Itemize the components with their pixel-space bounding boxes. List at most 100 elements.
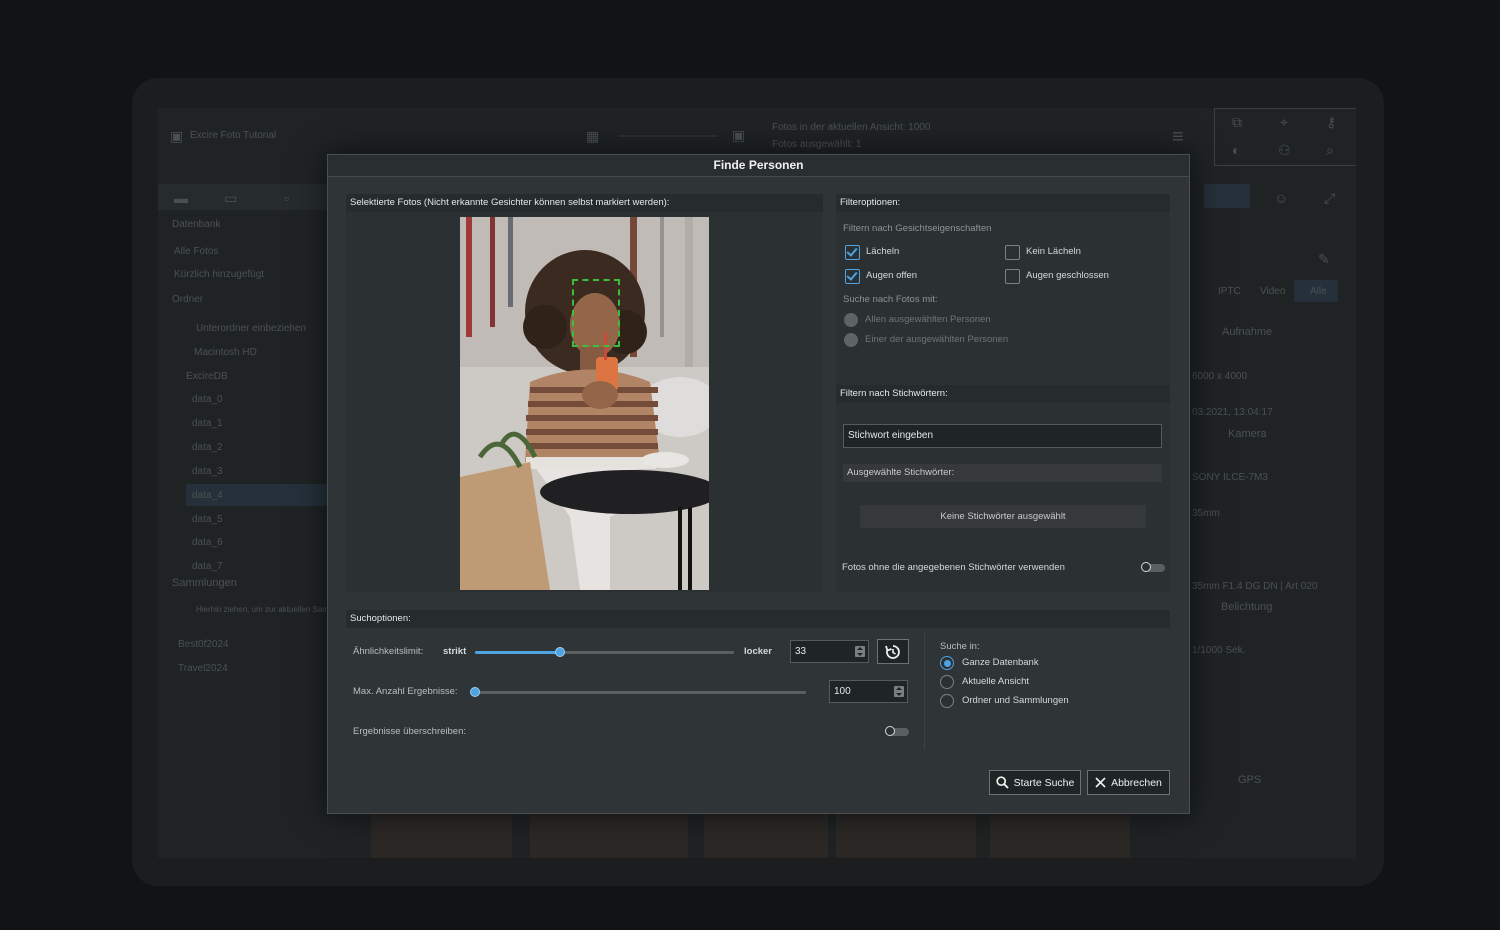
max-results-slider[interactable] — [470, 687, 806, 697]
people-tab-icon[interactable]: ▭ — [224, 190, 237, 207]
people-icon[interactable]: ⚇ — [1278, 142, 1291, 159]
exclude-keywords-toggle[interactable] — [1141, 562, 1165, 572]
right-tab-selected[interactable] — [1204, 184, 1250, 208]
similarity-slider-fill — [475, 651, 560, 654]
start-search-button[interactable]: Starte Suche — [989, 770, 1081, 795]
selected-photo[interactable] — [460, 217, 709, 590]
max-results-slider-knob[interactable] — [470, 687, 480, 697]
include-subfolders-toggle[interactable]: Unterordner einbeziehen — [196, 323, 306, 334]
photo-thumbnail[interactable] — [530, 814, 688, 858]
sidebar-item-recently-added[interactable]: Kürzlich hinzugefügt — [174, 269, 264, 280]
sidebar-folder-selected[interactable]: data_4 — [192, 490, 223, 501]
strict-label: strikt — [443, 646, 467, 657]
smile-checkbox[interactable] — [845, 245, 860, 260]
folder-tab-icon[interactable]: ▬ — [174, 190, 188, 206]
overwrite-results-toggle[interactable] — [885, 726, 909, 736]
all-persons-radio[interactable] — [844, 313, 858, 327]
similarity-slider[interactable] — [475, 647, 734, 657]
filter-options-panel: Filteroptionen: Filtern nach Gesichtseig… — [836, 194, 1170, 592]
person-tab-icon[interactable]: ☺ — [1274, 190, 1288, 206]
sidebar-item-drive[interactable]: Macintosh HD — [194, 347, 257, 358]
expand-icon[interactable]: ⤢ — [1324, 190, 1335, 207]
max-results-stepper-icon[interactable] — [894, 686, 904, 697]
no-smile-checkbox[interactable] — [1005, 245, 1020, 260]
photo-thumbnail[interactable] — [836, 814, 976, 858]
scope-whole-db-radio[interactable] — [940, 656, 954, 670]
face-detection-box[interactable] — [572, 279, 620, 347]
image-large-icon[interactable]: ▣ — [732, 127, 745, 144]
max-results-value: 100 — [834, 686, 851, 697]
search-icon[interactable]: ⌕ — [1326, 142, 1334, 159]
no-smile-label: Kein Lächeln — [1026, 246, 1081, 257]
find-similar-icon[interactable]: ⧉ — [1232, 114, 1242, 131]
one-person-radio[interactable] — [844, 333, 858, 347]
search-options-panel: Suchoptionen: Ähnlichkeitslimit: strikt … — [346, 610, 1170, 754]
similarity-value: 33 — [795, 646, 807, 657]
edit-list-icon[interactable]: ≡ — [1172, 126, 1184, 149]
sidebar-folder[interactable]: data_3 — [192, 466, 223, 477]
dialog-title: Finde Personen — [328, 155, 1189, 177]
meta-shutter: 1/1000 Sek. — [1192, 645, 1246, 656]
close-icon — [1095, 777, 1106, 788]
similarity-stepper-icon[interactable] — [855, 646, 865, 657]
eyes-open-checkbox[interactable] — [845, 269, 860, 284]
collections-drop-hint: Hierhin ziehen, um zur aktuellen Sammlun… — [196, 605, 326, 614]
selected-photos-header: Selektierte Fotos (Nicht erkannte Gesich… — [346, 194, 823, 212]
right-tab-iptc[interactable]: IPTC — [1218, 286, 1241, 297]
sidebar-folder[interactable]: data_2 — [192, 442, 223, 453]
max-results-spinbox[interactable]: 100 — [829, 680, 908, 703]
eyes-closed-checkbox[interactable] — [1005, 269, 1020, 284]
eyes-open-label: Augen offen — [866, 270, 918, 281]
scope-current-view-radio[interactable] — [940, 675, 954, 689]
selected-keywords-label: Ausgewählte Stichwörter: — [843, 464, 1162, 482]
sidebar-folder[interactable]: data_1 — [192, 418, 223, 429]
grid-small-icon[interactable]: ▦ — [586, 128, 599, 145]
location-icon[interactable]: ⌖ — [1280, 114, 1288, 131]
sidebar-item-folder-root[interactable]: ExcireDB — [186, 371, 228, 382]
reset-similarity-button[interactable] — [877, 639, 909, 664]
find-persons-dialog: Finde Personen Selektierte Fotos (Nicht … — [327, 154, 1190, 814]
selected-photos-panel: Selektierte Fotos (Nicht erkannte Gesich… — [346, 194, 823, 592]
scope-current-view-label: Aktuelle Ansicht — [962, 676, 1030, 687]
box-tab-icon[interactable]: ▫ — [284, 190, 289, 206]
search-with-label: Suche nach Fotos mit: — [843, 294, 938, 305]
sidebar-folder[interactable]: data_0 — [192, 394, 223, 405]
sidebar-database-header: Datenbank — [172, 219, 221, 230]
meta-focal: 35mm — [1192, 508, 1220, 519]
right-tab-all[interactable]: Alle — [1310, 286, 1327, 297]
key-icon[interactable]: ⚷ — [1326, 114, 1336, 131]
face-props-label: Filtern nach Gesichtseigenschaften — [843, 223, 992, 234]
photo-thumbnail[interactable] — [704, 814, 828, 858]
thumbnail-size-slider[interactable] — [618, 135, 718, 137]
keyword-input[interactable]: Stichwort eingeben — [843, 424, 1162, 448]
edit-pencil-icon[interactable]: ✎ — [1318, 251, 1330, 268]
search-in-label: Suche in: — [940, 641, 980, 652]
similarity-slider-knob[interactable] — [555, 647, 565, 657]
cancel-button[interactable]: Abbrechen — [1087, 770, 1170, 795]
section-capture: Aufnahme — [1222, 326, 1273, 338]
scope-folders-collections-radio[interactable] — [940, 694, 954, 708]
sidebar-folder[interactable]: data_5 — [192, 514, 223, 525]
sidebar-folder[interactable]: data_6 — [192, 537, 223, 548]
all-persons-label: Allen ausgewählten Personen — [865, 314, 991, 325]
collection-item[interactable]: Best0f2024 — [178, 639, 229, 650]
overwrite-results-label: Ergebnisse überschreiben: — [353, 726, 467, 737]
keyword-filter-header: Filtern nach Stichwörtern: — [836, 385, 1170, 403]
sidebar-folders-header: Ordner — [172, 294, 204, 305]
sidebar-item-all-photos[interactable]: Alle Fotos — [174, 246, 218, 257]
photo-thumbnail[interactable] — [371, 814, 512, 858]
palette-icon[interactable]: ◐ — [1232, 142, 1240, 158]
sidebar-folder[interactable]: data_7 — [192, 561, 223, 572]
collection-item[interactable]: Travel2024 — [178, 663, 228, 674]
similarity-spinbox[interactable]: 33 — [790, 640, 869, 663]
start-search-label: Starte Suche — [1013, 776, 1075, 789]
cancel-label: Abbrechen — [1111, 776, 1162, 789]
photo-thumbnail[interactable] — [990, 814, 1130, 858]
filter-options-header: Filteroptionen: — [836, 194, 1170, 212]
right-tab-video[interactable]: Video — [1260, 286, 1285, 297]
photo-woman-cafe — [460, 217, 709, 590]
no-keywords-selected: Keine Stichwörter ausgewählt — [860, 505, 1146, 528]
section-exposure: Belichtung — [1221, 601, 1273, 613]
max-results-label: Max. Anzahl Ergebnisse: — [353, 686, 458, 697]
section-camera: Kamera — [1228, 428, 1267, 440]
